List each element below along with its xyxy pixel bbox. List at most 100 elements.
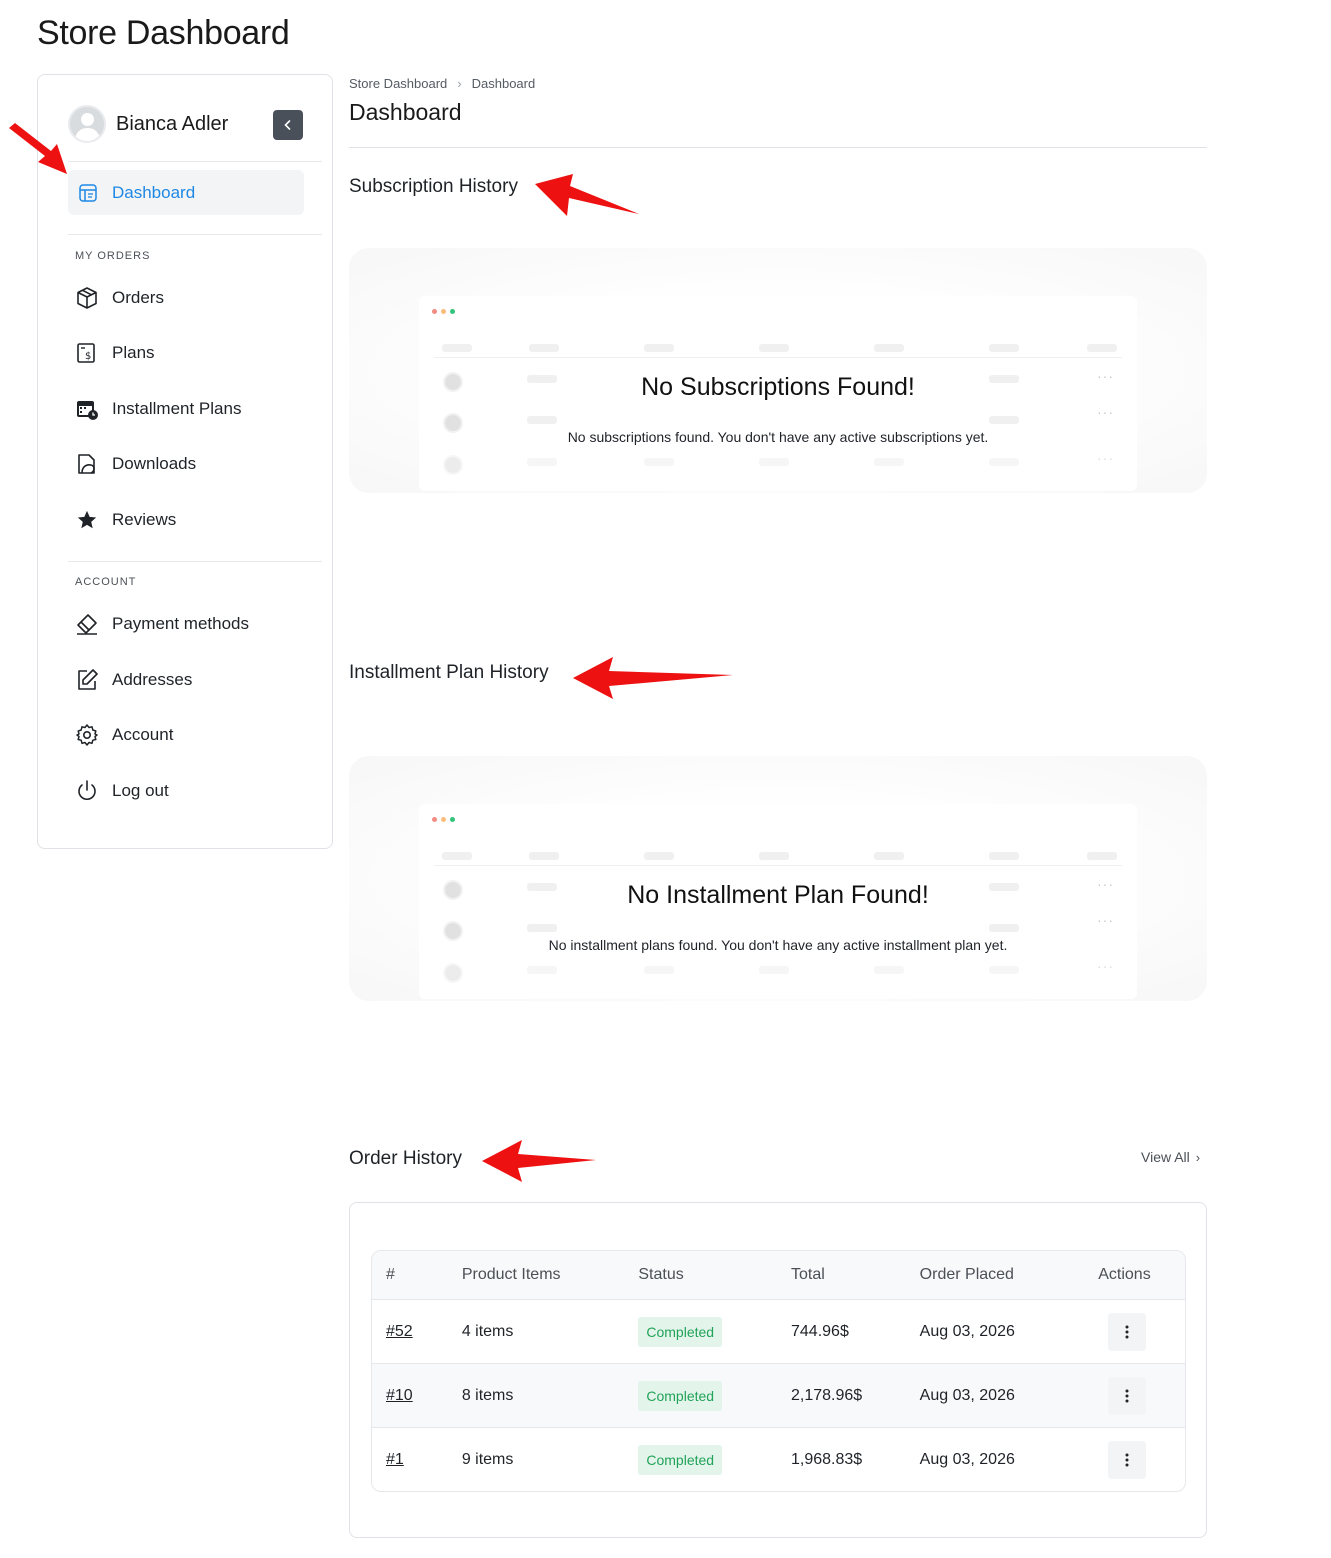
more-dots-icon: ··· [1097, 450, 1114, 466]
divider [68, 161, 322, 162]
orders-card: # Product Items Status Total Order Place… [349, 1202, 1207, 1538]
sidebar: Bianca Adler Dashboard MY ORDERS Orders … [37, 74, 333, 849]
chevron-right-icon: › [457, 76, 462, 91]
status-badge: Completed [638, 1444, 723, 1475]
sidebar-item-label: Downloads [112, 454, 197, 473]
orders-table: # Product Items Status Total Order Place… [371, 1250, 1186, 1492]
table-row: #52 4 items Completed 744.96$ Aug 03, 20… [372, 1299, 1185, 1363]
edit-icon [75, 668, 99, 692]
order-id-link[interactable]: #52 [386, 1323, 413, 1340]
window-dots-icon [432, 309, 455, 314]
order-id-link[interactable]: #1 [386, 1451, 404, 1468]
avatar-placeholder [443, 455, 463, 475]
calendar-clock-icon [75, 397, 99, 421]
sidebar-item-label: Payment methods [112, 614, 250, 633]
main-title: Dashboard [349, 99, 462, 125]
sidebar-item-installment-plans[interactable]: Installment Plans [75, 397, 241, 421]
sidebar-item-reviews[interactable]: Reviews [75, 508, 176, 532]
sidebar-item-dashboard[interactable]: Dashboard [68, 170, 304, 215]
row-actions-button[interactable] [1108, 1440, 1147, 1479]
order-date: Aug 03, 2026 [919, 1450, 1015, 1468]
sidebar-item-log-out[interactable]: Log out [75, 779, 169, 803]
sidebar-item-payment-methods[interactable]: Payment methods [75, 612, 249, 636]
sidebar-item-addresses[interactable]: Addresses [75, 668, 192, 692]
section-label-my-orders: MY ORDERS [75, 250, 151, 262]
user-name: Bianca Adler [116, 112, 229, 135]
breadcrumb: Store Dashboard › Dashboard [349, 76, 535, 91]
column-header: # [386, 1266, 395, 1283]
vertical-dots-icon [1125, 1453, 1129, 1466]
subscription-history-heading: Subscription History [349, 176, 518, 197]
column-header: Order Placed [919, 1266, 1014, 1283]
power-icon [75, 779, 99, 803]
more-dots-icon: ··· [1097, 912, 1114, 928]
dashboard-icon [79, 183, 97, 202]
order-date: Aug 03, 2026 [919, 1386, 1015, 1404]
status-badge: Completed [638, 1316, 723, 1347]
collapse-sidebar-button[interactable] [273, 110, 303, 140]
sidebar-item-label: Orders [112, 288, 164, 307]
sidebar-item-plans[interactable]: $ Plans [75, 341, 155, 365]
user-profile: Bianca Adler [68, 105, 228, 143]
divider [349, 147, 1207, 148]
column-header: Actions [1098, 1266, 1151, 1283]
window-dots-icon [432, 817, 455, 822]
order-total: 2,178.96$ [791, 1386, 863, 1404]
row-actions-button[interactable] [1108, 1312, 1147, 1351]
column-header: Total [791, 1266, 825, 1283]
section-label-account: ACCOUNT [75, 576, 137, 588]
page-title: Store Dashboard [37, 14, 290, 52]
card-icon [75, 612, 99, 636]
table-row: #1 9 items Completed 1,968.83$ Aug 03, 2… [372, 1427, 1185, 1491]
breadcrumb-current: Dashboard [471, 76, 536, 91]
breadcrumb-link[interactable]: Store Dashboard [349, 76, 447, 91]
row-actions-button[interactable] [1108, 1376, 1147, 1415]
sidebar-item-account[interactable]: Account [75, 723, 173, 747]
box-icon [75, 286, 99, 310]
order-history-heading: Order History [349, 1148, 462, 1169]
vertical-dots-icon [1125, 1389, 1129, 1402]
annotation-arrow-icon [9, 123, 67, 174]
installment-plan-history-heading: Installment Plan History [349, 662, 549, 683]
star-icon [75, 508, 99, 532]
view-all-label: View All [1141, 1149, 1190, 1165]
product-items: 4 items [461, 1322, 514, 1340]
empty-state-description: No subscriptions found. You don't have a… [567, 429, 989, 445]
svg-text:$: $ [85, 351, 91, 362]
sidebar-item-label: Addresses [112, 670, 193, 689]
placeholder-header [434, 846, 1122, 866]
sidebar-item-label: Installment Plans [112, 399, 242, 418]
table-header-row: # Product Items Status Total Order Place… [372, 1251, 1185, 1299]
avatar-placeholder [443, 963, 463, 983]
chevron-left-icon [284, 120, 291, 130]
placeholder-header [434, 338, 1122, 358]
order-total: 1,968.83$ [791, 1450, 863, 1468]
empty-state-title: No Installment Plan Found! [627, 881, 929, 909]
vertical-dots-icon [1125, 1325, 1129, 1338]
sidebar-item-orders[interactable]: Orders [75, 286, 164, 310]
installment-empty-state: ··· ··· ··· No Installment Plan Found! N… [349, 756, 1207, 1001]
sidebar-item-label: Account [112, 725, 174, 744]
sidebar-item-downloads[interactable]: Downloads [75, 452, 196, 476]
annotation-arrow-icon [482, 1140, 596, 1182]
divider [68, 561, 322, 562]
chevron-right-icon: › [1195, 1149, 1201, 1165]
more-dots-icon: ··· [1097, 404, 1114, 420]
annotation-arrow-icon [573, 657, 733, 699]
empty-state-description: No installment plans found. You don't ha… [548, 937, 1008, 953]
order-id-link[interactable]: #10 [386, 1387, 413, 1404]
sidebar-item-label: Reviews [112, 510, 177, 529]
order-date: Aug 03, 2026 [919, 1322, 1015, 1340]
status-badge: Completed [638, 1380, 723, 1411]
divider [68, 234, 322, 235]
subscriptions-empty-state: ··· ··· ··· No Subscriptions Found! No s… [349, 248, 1207, 493]
empty-state-title: No Subscriptions Found! [641, 373, 915, 401]
view-all-link[interactable]: View All › [1141, 1149, 1200, 1165]
table-row: #10 8 items Completed 2,178.96$ Aug 03, … [372, 1363, 1185, 1427]
gear-icon [75, 723, 99, 747]
sidebar-item-label: Dashboard [112, 182, 196, 202]
download-document-icon [75, 452, 99, 476]
annotation-arrow-icon [535, 174, 639, 216]
product-items: 8 items [461, 1386, 514, 1404]
product-items: 9 items [461, 1450, 514, 1468]
